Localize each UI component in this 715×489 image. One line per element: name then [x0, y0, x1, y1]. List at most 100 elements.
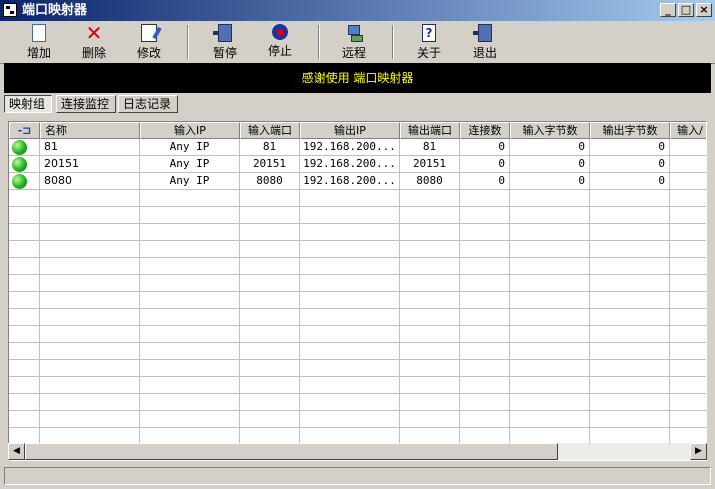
table-cell — [590, 309, 670, 326]
table-cell — [9, 343, 40, 360]
table-cell — [670, 309, 706, 326]
column-header-out-bytes[interactable]: 输出字节数 — [590, 122, 670, 139]
status-cell — [9, 139, 40, 156]
toolbar: 增加 ✕ 删除 修改 暂停 停止 远程 ? 关于 退出 — [0, 21, 715, 64]
table-cell — [590, 241, 670, 258]
add-button[interactable]: 增加 — [12, 23, 66, 61]
cell-out-bytes: 0 — [590, 173, 670, 190]
table-row[interactable]: 20151 Any IP 20151 192.168.200... 20151 0 0 0 — [9, 156, 706, 173]
cell-in-bytes: 0 — [510, 139, 590, 156]
table-cell — [670, 360, 706, 377]
close-button[interactable]: × — [696, 3, 712, 17]
cell-out-bytes: 0 — [590, 156, 670, 173]
table-cell — [40, 326, 140, 343]
about-button[interactable]: ? 关于 — [402, 23, 456, 61]
stop-button[interactable]: 停止 — [253, 23, 307, 61]
table-cell — [140, 326, 240, 343]
table-cell — [300, 241, 400, 258]
table-cell — [300, 258, 400, 275]
table-cell — [670, 139, 706, 156]
table-row[interactable]: 8080 Any IP 8080 192.168.200... 8080 0 0 0 — [9, 173, 706, 190]
column-header-connections[interactable]: 连接数 — [460, 122, 510, 139]
cell-name: 8080 — [40, 173, 140, 190]
table-cell — [40, 241, 140, 258]
table-cell — [40, 411, 140, 428]
horizontal-scrollbar[interactable]: ◀ ▶ — [8, 443, 707, 460]
table-cell — [300, 343, 400, 360]
table-cell — [300, 224, 400, 241]
table-cell — [9, 224, 40, 241]
table-cell — [510, 190, 590, 207]
table-cell — [40, 309, 140, 326]
table-cell — [460, 224, 510, 241]
scrollbar-thumb[interactable] — [25, 443, 558, 460]
table-cell — [510, 326, 590, 343]
empty-row — [9, 326, 706, 343]
table-cell — [40, 275, 140, 292]
minimize-button[interactable]: _ — [660, 3, 676, 17]
table-cell — [400, 394, 460, 411]
table-cell — [590, 394, 670, 411]
table-cell — [590, 411, 670, 428]
table-cell — [9, 326, 40, 343]
table-cell — [140, 377, 240, 394]
table-cell — [400, 309, 460, 326]
table-cell — [140, 360, 240, 377]
column-header-name[interactable]: 名称 — [40, 122, 140, 139]
table-cell — [670, 173, 706, 190]
column-header-in-rate[interactable]: 输入/ — [670, 122, 706, 139]
tab-connection-monitor[interactable]: 连接监控 — [56, 95, 116, 113]
exit-button[interactable]: 退出 — [458, 23, 512, 61]
table-cell — [300, 326, 400, 343]
table-row[interactable]: 81 Any IP 81 192.168.200... 81 0 0 0 — [9, 139, 706, 156]
exit-button-label: 退出 — [472, 46, 497, 60]
tab-log[interactable]: 日志记录 — [118, 95, 178, 113]
help-icon: ? — [422, 24, 436, 42]
table-cell — [400, 190, 460, 207]
table-cell — [590, 360, 670, 377]
scroll-right-button[interactable]: ▶ — [690, 443, 707, 460]
table-cell — [510, 258, 590, 275]
delete-button[interactable]: ✕ 删除 — [67, 23, 121, 61]
table-cell — [670, 156, 706, 173]
table-cell — [140, 309, 240, 326]
mapping-table[interactable]: -⊐ 名称 输入IP 输入端口 输出IP 输出端口 连接数 输入字节数 输出字节… — [8, 121, 707, 461]
column-header-out-port[interactable]: 输出端口 — [400, 122, 460, 139]
column-header-in-ip[interactable]: 输入IP — [140, 122, 240, 139]
table-cell — [240, 241, 300, 258]
table-cell — [400, 343, 460, 360]
table-cell — [460, 394, 510, 411]
pause-button-label: 暂停 — [212, 46, 237, 60]
tab-mapping-group[interactable]: 映射组 — [4, 95, 52, 113]
table-cell — [140, 241, 240, 258]
table-cell — [460, 411, 510, 428]
app-icon[interactable] — [3, 3, 17, 17]
column-header-in-port[interactable]: 输入端口 — [240, 122, 300, 139]
table-cell — [9, 292, 40, 309]
cell-in-port: 20151 — [240, 156, 300, 173]
table-cell — [460, 377, 510, 394]
cell-connections: 0 — [460, 156, 510, 173]
cell-out-bytes: 0 — [590, 139, 670, 156]
toolbar-separator — [187, 25, 189, 59]
table-cell — [670, 224, 706, 241]
cell-out-ip: 192.168.200... — [300, 156, 400, 173]
empty-row — [9, 190, 706, 207]
remote-button[interactable]: 远程 — [327, 23, 381, 61]
scroll-left-button[interactable]: ◀ — [8, 443, 25, 460]
table-cell — [400, 377, 460, 394]
pause-button[interactable]: 暂停 — [198, 23, 252, 61]
table-cell — [300, 411, 400, 428]
status-column-header[interactable]: -⊐ — [9, 122, 40, 139]
maximize-button[interactable]: □ — [678, 3, 694, 17]
table-cell — [460, 275, 510, 292]
table-cell — [670, 275, 706, 292]
edit-button[interactable]: 修改 — [122, 23, 176, 61]
column-header-out-ip[interactable]: 输出IP — [300, 122, 400, 139]
table-cell — [510, 292, 590, 309]
table-cell — [510, 207, 590, 224]
table-cell — [240, 275, 300, 292]
title-bar[interactable]: 端口映射器 _ □ × — [0, 0, 715, 21]
column-header-in-bytes[interactable]: 输入字节数 — [510, 122, 590, 139]
table-cell — [140, 275, 240, 292]
